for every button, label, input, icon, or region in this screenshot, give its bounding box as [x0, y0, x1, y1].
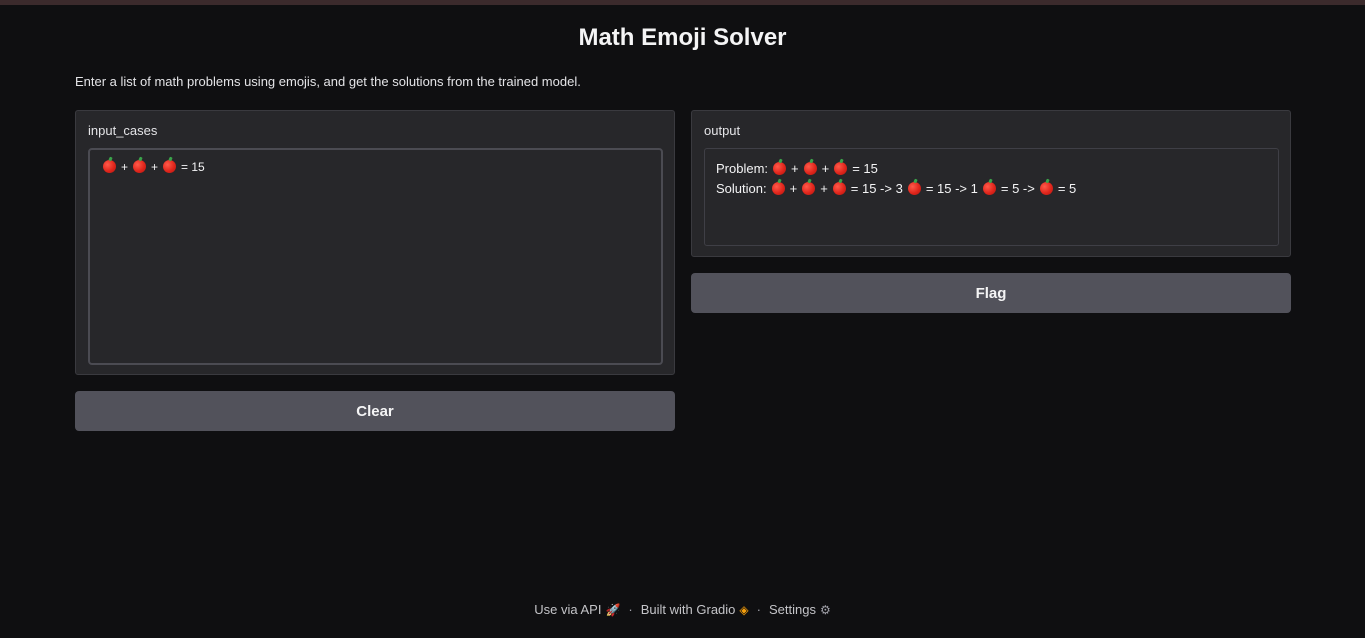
- settings-link[interactable]: Settings ⚙: [769, 602, 831, 617]
- flag-button[interactable]: Flag: [691, 273, 1291, 313]
- built-with-gradio-link[interactable]: Built with Gradio ◈: [641, 602, 749, 617]
- text-fragment: +: [121, 160, 129, 174]
- use-via-api-label: Use via API: [534, 602, 602, 617]
- text-fragment: Solution:: [716, 180, 767, 196]
- footer-separator: ·: [756, 602, 761, 617]
- use-via-api-link[interactable]: Use via API 🚀: [534, 602, 620, 617]
- input-panel: input_cases + + = 15: [75, 110, 675, 375]
- rocket-icon: 🚀: [605, 602, 621, 617]
- output-problem-line: Problem: + + = 15: [716, 158, 1267, 178]
- apple-emoji-icon: [163, 160, 177, 173]
- text-fragment: +: [789, 180, 798, 196]
- apple-emoji-icon: [907, 181, 921, 195]
- top-accent-bar: [0, 0, 1365, 5]
- text-fragment: = 15: [852, 160, 878, 176]
- apple-emoji-icon: [982, 181, 996, 195]
- apple-emoji-icon: [773, 161, 787, 175]
- text-fragment: +: [791, 160, 799, 176]
- output-label: output: [704, 123, 741, 138]
- text-fragment: +: [151, 160, 159, 174]
- apple-emoji-icon: [103, 160, 116, 173]
- gradio-logo-icon: ◈: [739, 602, 749, 617]
- text-fragment: = 5: [1057, 180, 1077, 196]
- text-fragment: = 15: [181, 160, 205, 174]
- input-cases-textarea[interactable]: + + = 15: [88, 148, 663, 365]
- footer-separator: ·: [628, 602, 633, 617]
- text-fragment: +: [820, 180, 828, 196]
- gear-icon: ⚙: [819, 602, 831, 617]
- page-description: Enter a list of math problems using emoj…: [75, 74, 581, 89]
- apple-emoji-icon: [1039, 181, 1053, 195]
- apple-emoji-icon: [771, 181, 785, 195]
- apple-emoji-icon: [803, 161, 817, 175]
- apple-emoji-icon: [832, 181, 846, 195]
- text-fragment: = 15 -> 3: [850, 180, 903, 196]
- input-label: input_cases: [88, 123, 158, 138]
- output-panel: output Problem: + + = 15 Solution: + + = 15 ->…: [691, 110, 1291, 257]
- page-title: Math Emoji Solver: [578, 24, 787, 51]
- text-fragment: = 15 -> 1: [925, 180, 978, 196]
- clear-button[interactable]: Clear: [75, 391, 675, 431]
- apple-emoji-icon: [834, 161, 848, 175]
- text-fragment: +: [821, 160, 830, 176]
- output-textbox[interactable]: Problem: + + = 15 Solution: + + = 15 -> 3 = 15 …: [704, 148, 1279, 246]
- settings-label: Settings: [768, 602, 816, 617]
- text-fragment: Problem:: [716, 160, 769, 176]
- apple-emoji-icon: [802, 181, 816, 195]
- footer: Use via API 🚀 · Built with Gradio ◈ · Se…: [0, 602, 1365, 617]
- output-solution-line: Solution: + + = 15 -> 3 = 15 -> 1 = 5 -> = 5: [716, 178, 1267, 198]
- apple-emoji-icon: [133, 160, 147, 173]
- text-fragment: = 5 ->: [1000, 180, 1035, 196]
- built-with-gradio-label: Built with Gradio: [640, 602, 736, 617]
